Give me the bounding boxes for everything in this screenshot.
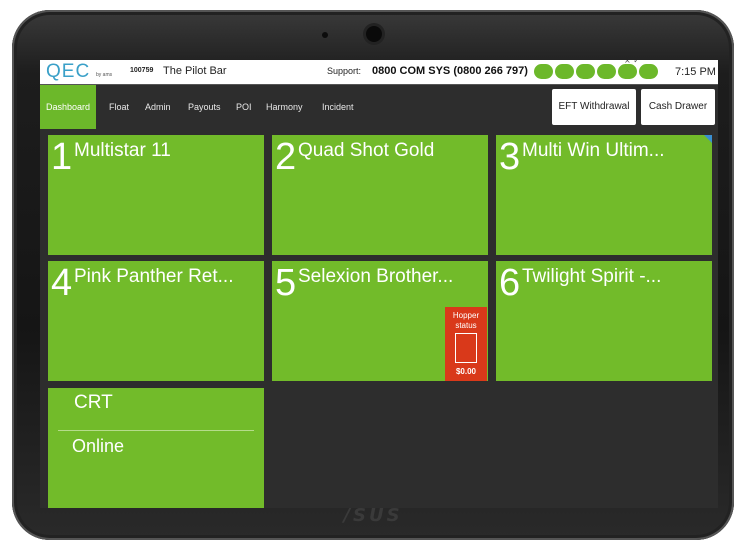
- hopper-box-icon: [455, 333, 477, 363]
- machine-number: 6: [499, 262, 521, 304]
- machine-name: Pink Panther Ret...: [74, 266, 234, 287]
- machine-tile-1[interactable]: 1 Multistar 11: [48, 135, 264, 255]
- status-indicators: [534, 64, 658, 79]
- proximity-sensor: [322, 32, 328, 38]
- status-indicator[interactable]: [639, 64, 658, 79]
- clock: 7:15 PM: [675, 66, 716, 78]
- machine-name: Multistar 11: [74, 140, 171, 161]
- machine-tile-4[interactable]: 4 Pink Panther Ret...: [48, 261, 264, 381]
- crt-label: CRT: [74, 392, 113, 413]
- qec-logo: QEC: [46, 61, 91, 82]
- machine-number: 2: [275, 136, 297, 178]
- machine-name: Quad Shot Gold: [298, 140, 435, 161]
- nav-bar: Dashboard Float Admin Payouts POI Harmon…: [40, 84, 718, 129]
- status-indicator[interactable]: [618, 64, 637, 79]
- status-indicator[interactable]: [534, 64, 553, 79]
- tab-admin[interactable]: Admin: [145, 85, 171, 129]
- tab-incident[interactable]: Incident: [322, 85, 354, 129]
- machine-number: 4: [51, 262, 73, 304]
- tab-harmony[interactable]: Harmony: [266, 85, 303, 129]
- crt-tile[interactable]: CRT Online: [48, 388, 264, 508]
- machine-tile-6[interactable]: 6 Twilight Spirit -...: [496, 261, 712, 381]
- machine-name: Twilight Spirit -...: [522, 266, 662, 287]
- site-id: 100759: [130, 67, 154, 74]
- crt-divider: [58, 430, 254, 431]
- eft-withdrawal-button[interactable]: EFT Withdrawal: [552, 89, 636, 125]
- tab-payouts[interactable]: Payouts: [188, 85, 221, 129]
- close-icon[interactable]: × ✓: [624, 60, 640, 65]
- machine-tile-3[interactable]: 3 Multi Win Ultim...: [496, 135, 712, 255]
- status-indicator[interactable]: [597, 64, 616, 79]
- support-label: Support:: [327, 66, 362, 76]
- hopper-label-line1: Hopper: [452, 311, 480, 320]
- corner-flag-icon: [704, 135, 712, 143]
- crt-status: Online: [72, 436, 125, 456]
- logo-subtitle: by ams: [96, 72, 113, 78]
- site-name: The Pilot Bar: [163, 65, 227, 77]
- machine-number: 3: [499, 136, 521, 178]
- machine-tile-2[interactable]: 2 Quad Shot Gold: [272, 135, 488, 255]
- status-indicator[interactable]: [576, 64, 595, 79]
- machine-name: Multi Win Ultim...: [522, 140, 665, 161]
- machine-name: Selexion Brother...: [298, 266, 454, 287]
- machine-number: 5: [275, 262, 297, 304]
- hopper-label-line2: status: [455, 321, 477, 330]
- tab-dashboard[interactable]: Dashboard: [40, 85, 97, 129]
- tab-poi[interactable]: POI: [236, 85, 252, 129]
- machine-tile-5[interactable]: 5 Selexion Brother... Hopper status $0.0…: [272, 261, 488, 381]
- machine-number: 1: [51, 136, 73, 178]
- support-number: 0800 COM SYS (0800 266 797): [372, 65, 528, 77]
- front-camera: [366, 26, 382, 42]
- header-bar: QEC by ams 100759 The Pilot Bar Support:…: [40, 60, 718, 84]
- hopper-amount: $0.00: [455, 367, 477, 376]
- status-indicator[interactable]: [555, 64, 574, 79]
- hopper-status-badge[interactable]: Hopper status $0.00: [445, 307, 487, 381]
- tab-float[interactable]: Float: [109, 85, 129, 129]
- cash-drawer-button[interactable]: Cash Drawer: [641, 89, 715, 125]
- app-screen: QEC by ams 100759 The Pilot Bar Support:…: [40, 60, 718, 508]
